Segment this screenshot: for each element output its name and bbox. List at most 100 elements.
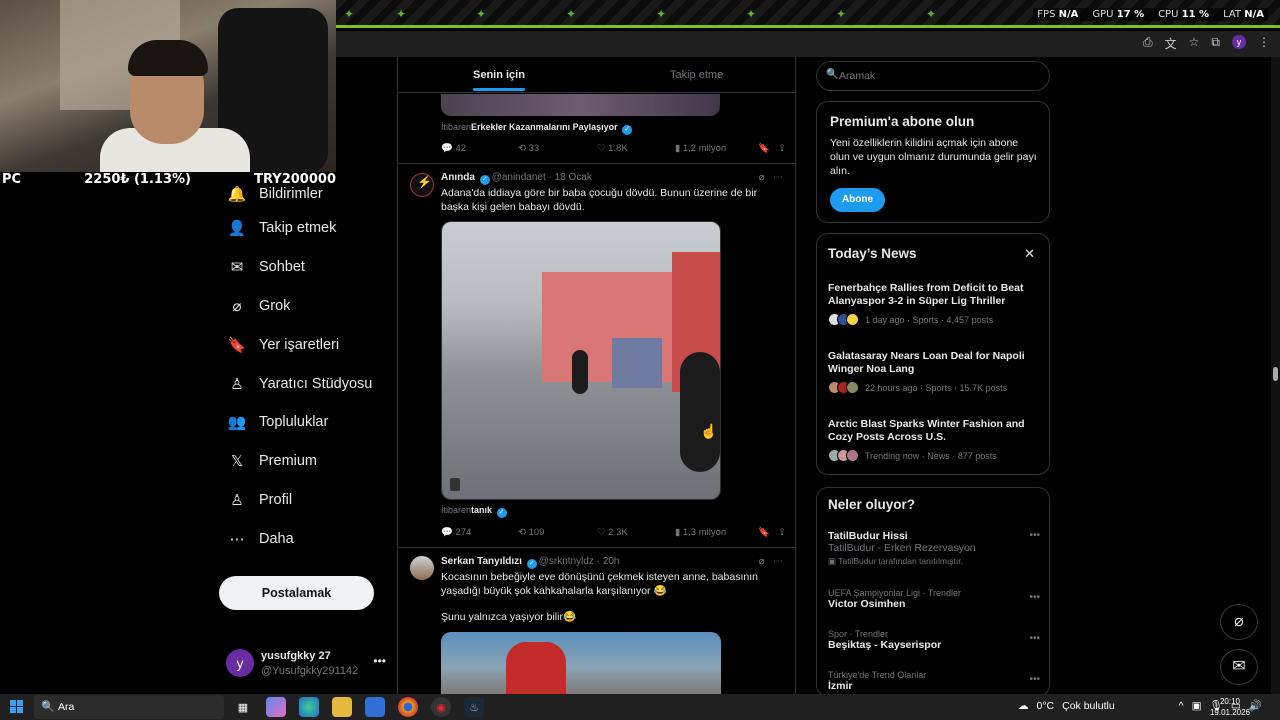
nav-item-profile[interactable]: ♙ Profil <box>218 481 388 520</box>
tweet-handle[interactable]: @anindanet <box>492 172 546 183</box>
translate-icon[interactable]: 文 <box>1165 35 1177 52</box>
taskbar: 🔍 Ara ▦ ◉ ♨ ☁ 0°C Çok bulutlu ^ ▣ 🎙 ▭ 🔊 2… <box>0 694 1280 720</box>
like-button[interactable]: ♡ 2.3K <box>597 527 675 538</box>
reply-button[interactable]: 💬 274 <box>441 527 518 538</box>
grok-icon[interactable]: ⌀ <box>759 172 765 183</box>
nav-item-notifications[interactable]: 🔔 Bildirimler <box>218 179 388 209</box>
nav-item-chat[interactable]: ✉ Sohbet <box>218 248 388 287</box>
weather-icon[interactable]: ☁ <box>1018 700 1029 712</box>
extensions-icon[interactable]: ⧉ <box>1211 35 1220 52</box>
messages-fab-icon[interactable]: ✉ <box>1220 649 1258 685</box>
nav-item-more[interactable]: ⋯ Daha <box>218 519 388 558</box>
news-title: Today’s News <box>828 246 917 261</box>
tweet-author[interactable]: Anında <box>441 172 475 183</box>
trend-item[interactable]: TatilBudur Hissi TatilBudur - Erken Reze… <box>828 530 1040 567</box>
retweet-button[interactable]: ⟲ 109 <box>518 527 597 538</box>
nav-item-bookmarks[interactable]: 🔖 Yer işaretleri <box>218 325 388 364</box>
more-icon[interactable]: ••• <box>1029 530 1040 541</box>
more-icon[interactable]: ••• <box>373 654 386 668</box>
grok-icon[interactable]: ⌀ <box>759 556 765 567</box>
retweet-button[interactable]: ⟲ 33 <box>518 143 597 154</box>
nav-item-premium[interactable]: 𝕏 Premium <box>218 442 388 481</box>
browser-profile-avatar[interactable]: y <box>1232 35 1246 49</box>
edge-icon[interactable] <box>299 697 319 717</box>
post-button[interactable]: Postalamak <box>219 576 374 610</box>
volume-icon[interactable]: 🔊 <box>1249 699 1262 712</box>
account-switcher[interactable]: y yusufgkky 27 @Yusufgkky291142 ••• <box>226 648 386 680</box>
tweet-video[interactable] <box>441 221 721 500</box>
news-item[interactable]: Galatasaray Nears Loan Deal for Napoli W… <box>828 350 1040 394</box>
avatar[interactable]: ⚡ <box>410 173 434 197</box>
media-source: İtibarentanık ✓ <box>441 505 509 518</box>
tweet-handle[interactable]: @srkntnyldz <box>539 556 594 567</box>
tweet-tools: ⌀ ⋯ <box>759 556 783 567</box>
clock[interactable]: 20:10 19.01.2026 <box>1210 696 1250 718</box>
like-button[interactable]: ♡ 1.8K <box>597 143 675 154</box>
copilot-icon[interactable] <box>266 697 286 717</box>
follow-icon: 👤 <box>227 220 247 238</box>
stat-gpu: GPU 17 % <box>1092 9 1145 20</box>
news-item[interactable]: Fenerbahçe Rallies from Deficit to Beat … <box>828 282 1040 326</box>
tab-for-you[interactable]: Senin için <box>473 69 525 91</box>
close-icon[interactable]: ✕ <box>1024 246 1035 262</box>
nav-item-communities[interactable]: 👥 Topluluklar <box>218 403 388 442</box>
search-input[interactable]: 🔍 Aramak <box>816 61 1050 91</box>
trend-item[interactable]: Spor · Trendler Beşiktaş - Kayserispor •… <box>828 629 1040 651</box>
more-icon[interactable]: ••• <box>1029 674 1040 685</box>
reply-button[interactable]: 💬 42 <box>441 143 518 154</box>
more-icon[interactable]: ⋯ <box>773 172 783 183</box>
steam-icon[interactable]: ♨ <box>464 697 484 717</box>
mail-icon: ✉ <box>230 259 244 277</box>
more-icon[interactable]: ⋯ <box>773 556 783 567</box>
scrollbar[interactable] <box>1271 57 1280 694</box>
studio-icon: ♙ <box>230 375 244 393</box>
nav-item-creator-studio[interactable]: ♙ Yaratıcı Stüdyosu <box>218 364 388 403</box>
avatar[interactable] <box>410 556 434 580</box>
tweet-media[interactable] <box>441 94 720 116</box>
more-icon[interactable]: ••• <box>1029 633 1040 644</box>
taskbar-apps: ▦ ◉ ♨ <box>233 697 484 717</box>
share-icon[interactable]: ⇪ <box>778 143 786 154</box>
camera-icon[interactable]: ▣ <box>1192 700 1202 712</box>
task-view-icon[interactable]: ▦ <box>233 697 253 717</box>
grok-fab-icon[interactable]: ⌀ <box>1220 604 1258 640</box>
browser-menu-icon[interactable]: ⋮ <box>1258 35 1270 52</box>
install-app-icon[interactable]: ⎙ <box>1143 35 1153 52</box>
trend-item[interactable]: UEFA Şampiyonlar Ligi · Trendler Victor … <box>828 588 1040 610</box>
taskbar-search[interactable]: 🔍 Ara <box>34 695 224 719</box>
tweet-date[interactable]: · 20h <box>597 556 620 567</box>
weather-temp[interactable]: 0°C <box>1037 700 1055 712</box>
nav-item-grok[interactable]: ⌀ Grok <box>218 287 388 326</box>
more-icon[interactable]: ••• <box>1029 592 1040 603</box>
trend-item[interactable]: Türkiye'de Trend Olanlar İzmir ••• <box>828 670 1040 692</box>
divider <box>398 547 795 548</box>
chevron-up-icon[interactable]: ^ <box>1179 700 1184 712</box>
chrome-icon[interactable] <box>398 697 418 717</box>
leaf-icon: ✦ <box>476 7 487 21</box>
store-icon[interactable] <box>365 697 385 717</box>
tweet-date[interactable]: · 18 Ocak <box>549 172 592 183</box>
views-button[interactable]: ▮ 1,2 milyon <box>675 143 758 154</box>
obs-icon[interactable]: ◉ <box>431 697 451 717</box>
tweet-author[interactable]: Serkan Tanyıldızı <box>441 556 522 567</box>
premium-card: Premium'a abone olun Yeni özelliklerin k… <box>816 101 1050 223</box>
news-item[interactable]: Arctic Blast Sparks Winter Fashion and C… <box>828 418 1040 462</box>
tab-following[interactable]: Takip etme <box>670 69 723 81</box>
windows-start-icon[interactable] <box>10 700 23 713</box>
tweet-media[interactable] <box>441 632 721 694</box>
weather-desc[interactable]: Çok bulutlu <box>1062 700 1115 712</box>
views-button[interactable]: ▮ 1,3 milyon <box>675 527 758 538</box>
subscribe-button[interactable]: Abone <box>830 188 885 212</box>
nav-item-follow[interactable]: 👤 Takip etmek <box>218 209 388 248</box>
file-explorer-icon[interactable] <box>332 697 352 717</box>
tweet-actions: 💬 274 ⟲ 109 ♡ 2.3K ▮ 1,3 milyon 🔖 ⇪ <box>441 527 786 538</box>
bookmark-icon[interactable]: 🔖 <box>758 143 778 154</box>
star-icon[interactable]: ☆ <box>1189 35 1200 52</box>
avatar-stack <box>828 381 859 394</box>
timeline-tabs: Senin için Takip etme <box>398 57 795 93</box>
tweet-tools: ⌀ ⋯ <box>759 172 783 183</box>
scrollbar-thumb[interactable] <box>1273 367 1278 381</box>
bookmark-icon[interactable]: 🔖 <box>758 527 778 538</box>
search-icon: 🔍 <box>826 69 839 80</box>
share-icon[interactable]: ⇪ <box>778 527 786 538</box>
